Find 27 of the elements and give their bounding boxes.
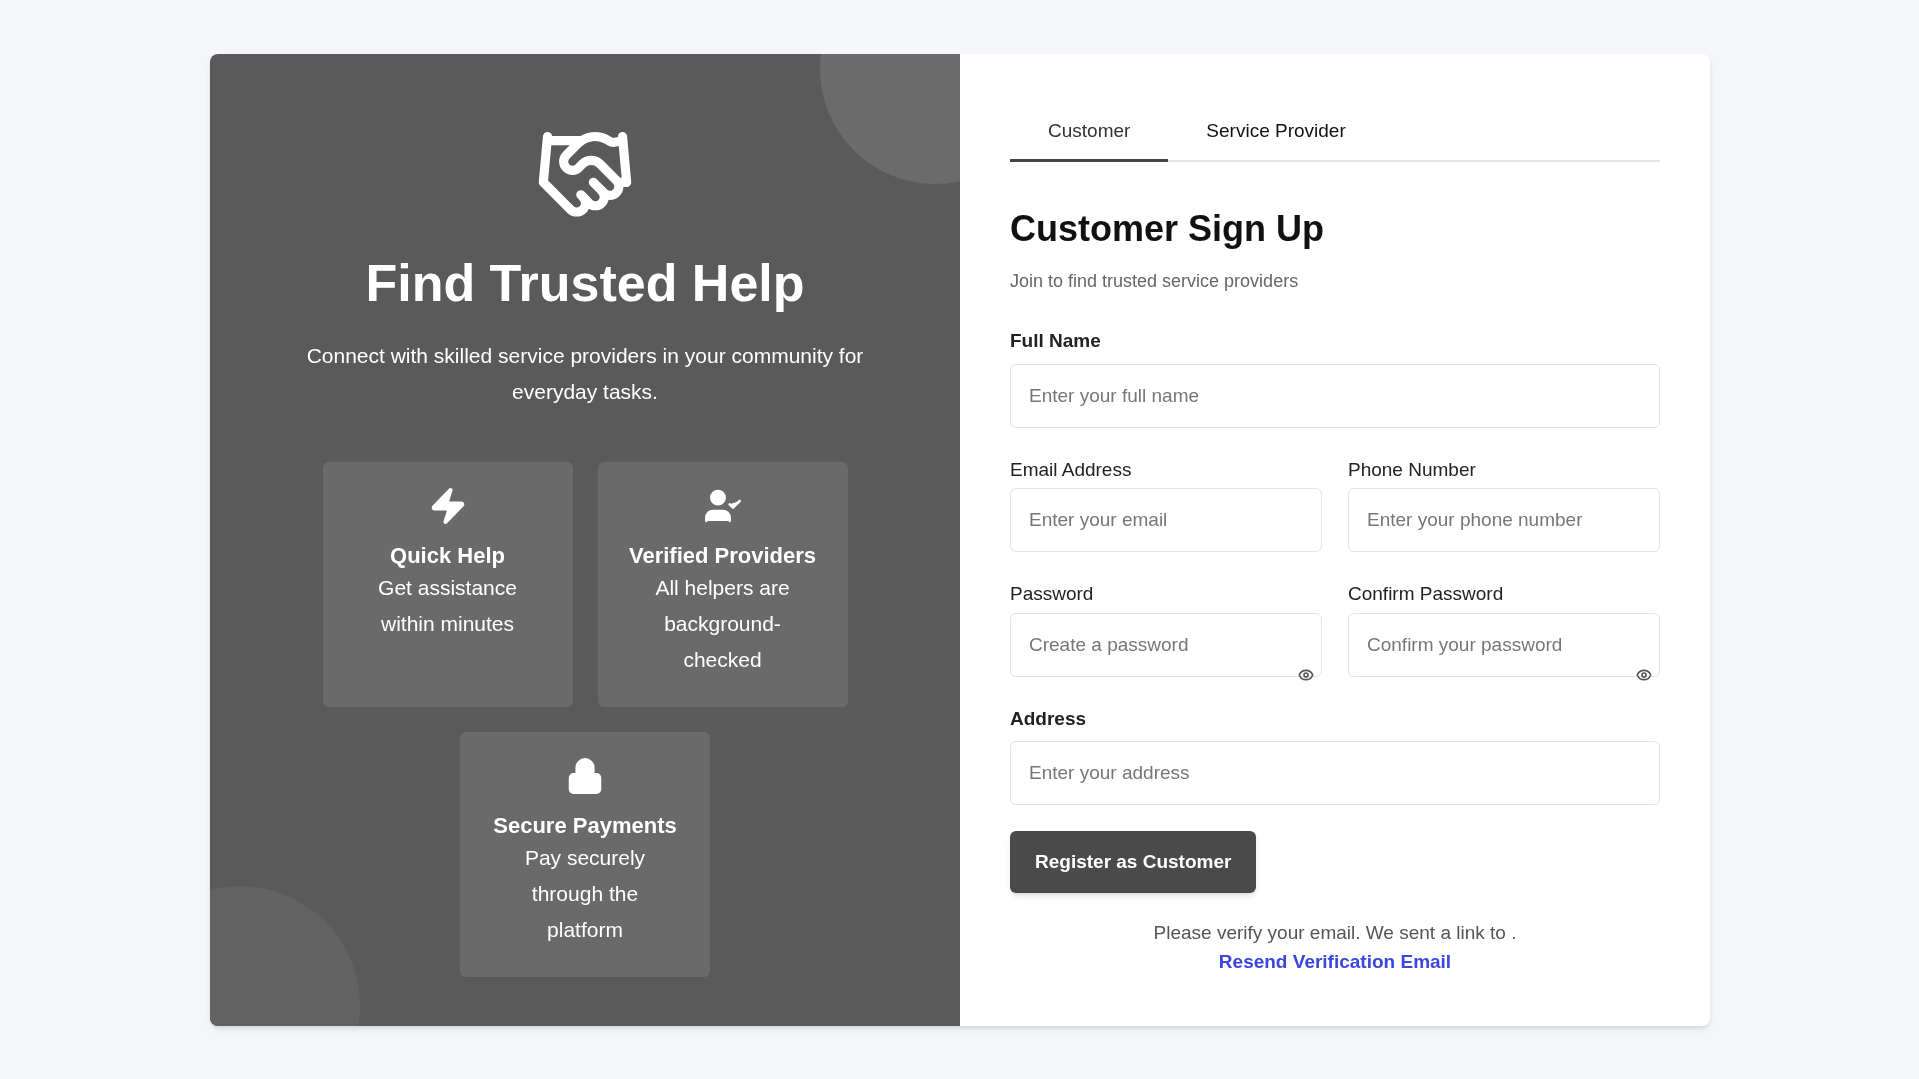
- field-label: Phone Number: [1348, 457, 1477, 482]
- input-field[interactable]: Enter your phone number: [1348, 488, 1660, 552]
- register-button[interactable]: Register as Customer: [1010, 831, 1257, 893]
- feature-text: All helpers are background-checked: [654, 574, 791, 673]
- input-field[interactable]: Enter your email: [1010, 488, 1322, 552]
- resend-link[interactable]: Resend Verification Email: [1218, 947, 1452, 976]
- field-label: Email Address: [1010, 457, 1133, 482]
- hero-subtitle: Connect with skilled service providers in your community for everyday tasks.: [305, 343, 865, 405]
- form-subtitle: Join to find trusted service providers: [1010, 270, 1300, 293]
- field-label: Full Name: [1010, 329, 1102, 353]
- input-field[interactable]: Enter your address: [1010, 741, 1660, 805]
- feature-title: Quick Help: [390, 542, 505, 570]
- input-field[interactable]: Create a password: [1010, 612, 1322, 677]
- input-field[interactable]: Enter your full name: [1010, 363, 1660, 428]
- feature-text: Pay securely through the platform: [523, 844, 647, 943]
- field-label: Address: [1010, 706, 1088, 731]
- verify-notice: Please verify your email. We sent a link to .: [1153, 921, 1517, 945]
- hero-title: Find Trusted Help: [365, 253, 805, 314]
- field-label: Confirm Password: [1348, 582, 1505, 606]
- feature-title: Verified Providers: [628, 542, 817, 570]
- form-title: Customer Sign Up: [1010, 207, 1325, 251]
- tab[interactable]: Service Provider: [1168, 104, 1384, 162]
- feature-text: Get assistance within minutes: [377, 574, 518, 637]
- feature-title: Secure Payments: [493, 812, 677, 840]
- tab[interactable]: Customer: [1010, 104, 1169, 162]
- input-field[interactable]: Confirm your password: [1348, 612, 1660, 677]
- field-label: Password: [1010, 582, 1095, 606]
